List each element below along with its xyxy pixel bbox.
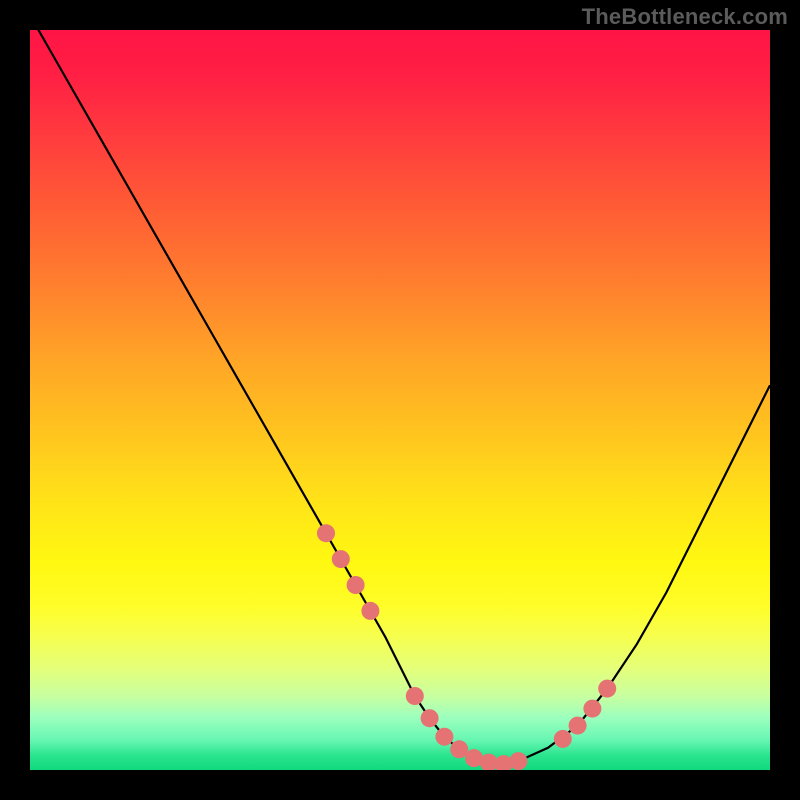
chart-frame: TheBottleneck.com	[0, 0, 800, 800]
data-point	[406, 687, 424, 705]
chart-plot-area	[30, 30, 770, 770]
data-point	[347, 576, 365, 594]
bottleneck-curve	[30, 30, 770, 764]
data-point	[598, 680, 616, 698]
data-point	[569, 717, 587, 735]
data-point	[332, 550, 350, 568]
data-point	[435, 728, 453, 746]
data-point	[421, 709, 439, 727]
chart-svg	[30, 30, 770, 770]
data-point	[317, 524, 335, 542]
data-point	[509, 752, 527, 770]
chart-data-points	[317, 524, 616, 770]
data-point	[583, 700, 601, 718]
data-point	[361, 602, 379, 620]
watermark-text: TheBottleneck.com	[582, 4, 788, 30]
data-point	[554, 730, 572, 748]
